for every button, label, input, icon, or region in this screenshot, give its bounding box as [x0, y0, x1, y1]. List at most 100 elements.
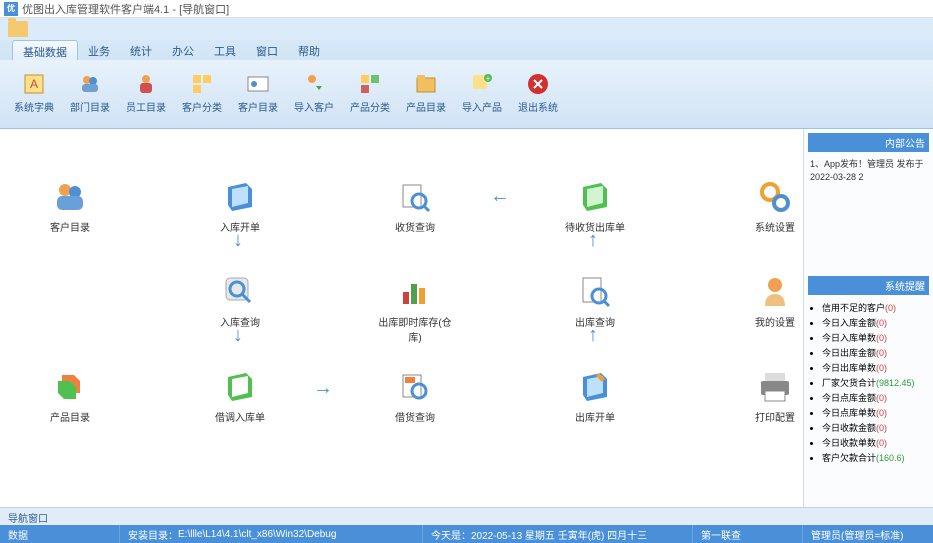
flow-label: 系统设置 — [755, 219, 795, 234]
ribbon-btn-1[interactable]: 部门目录 — [64, 68, 116, 120]
today-label: 今天是： — [431, 527, 471, 542]
ribbon-btn-5[interactable]: 导入客户 — [288, 68, 340, 120]
reminder-item[interactable]: 客户欠款合计(160.6) — [822, 451, 929, 464]
reminder-item[interactable]: 今日入库单数(0) — [822, 331, 929, 344]
reminder-item[interactable]: 今日出库金额(0) — [822, 346, 929, 359]
flow-stock_stat[interactable]: 出库即时库存(仓库) — [375, 274, 455, 344]
side-title-reminder: 系统提醒 — [808, 276, 929, 295]
ribbon-btn-3[interactable]: 客户分类 — [176, 68, 228, 120]
title-bar: 优 优图出入库管理软件客户端4.1 - [导航窗口] — [0, 0, 933, 18]
inbound-icon — [222, 179, 258, 215]
prod-icon — [52, 369, 88, 405]
stock_stat-icon — [397, 274, 433, 310]
status-link[interactable]: 第一联查 — [693, 525, 803, 543]
ribbon-tab-0[interactable]: 基础数据 — [12, 40, 78, 60]
ribbon-tab-1[interactable]: 业务 — [78, 40, 120, 60]
ribbon-btn-0[interactable]: A系统字典 — [8, 68, 60, 120]
reminder-item[interactable]: 今日收款金额(0) — [822, 421, 929, 434]
status-today: 今天是： 2022-05-13 星期五 壬寅年(虎) 四月十三 — [423, 525, 693, 543]
main-area: ↓ ↓ → ← ↑ ↑ 客户目录入库开单收货查询待收货出库单系统设置入库查询出库… — [0, 129, 933, 507]
flow-label: 出库开单 — [575, 409, 615, 424]
ribbon-btn-6[interactable]: 产品分类 — [344, 68, 396, 120]
flow-borrow_q[interactable]: 借货查询 — [375, 369, 455, 424]
ribbon-btn-9[interactable]: 退出系统 — [512, 68, 564, 120]
ribbon-btn-label: 员工目录 — [126, 99, 166, 114]
ribbon-btn-7[interactable]: 产品目录 — [400, 68, 452, 120]
reminder-item[interactable]: 信用不足的客户(0) — [822, 301, 929, 314]
flow-diagram: ↓ ↓ → ← ↑ ↑ 客户目录入库开单收货查询待收货出库单系统设置入库查询出库… — [0, 129, 803, 507]
ribbon-btn-label: 部门目录 — [70, 99, 110, 114]
ribbon-btn-icon — [190, 72, 214, 96]
ribbon-btn-label: 产品目录 — [406, 99, 446, 114]
flow-label: 客户目录 — [50, 219, 90, 234]
announce-text: 1、App发布！管理员 发布于 2022-03-28 2 — [808, 156, 929, 276]
myset-icon — [757, 274, 793, 310]
cust-icon — [52, 179, 88, 215]
flow-outq[interactable]: 出库查询 — [555, 274, 635, 329]
flow-label: 我的设置 — [755, 314, 795, 329]
ribbon-btn-icon: A — [22, 72, 46, 96]
ribbon-tab-6[interactable]: 帮助 — [288, 40, 330, 60]
ribbon-btn-label: 导入客户 — [294, 99, 334, 114]
reminder-item[interactable]: 今日收款单数(0) — [822, 436, 929, 449]
flow-label: 借调入库单 — [215, 409, 265, 424]
ribbon-btn-icon — [302, 72, 326, 96]
svg-text:+: + — [486, 74, 491, 83]
ribbon-btn-label: 产品分类 — [350, 99, 390, 114]
reminder-item[interactable]: 厂家欠货合计(9812.45) — [822, 376, 929, 389]
ribbon-btn-4[interactable]: 客户目录 — [232, 68, 284, 120]
flow-inq[interactable]: 入库查询 — [200, 274, 280, 329]
flow-print[interactable]: 打印配置 — [735, 369, 815, 424]
flow-rcv_query[interactable]: 收货查询 — [375, 179, 455, 234]
wait_rcv-icon — [577, 179, 613, 215]
ribbon-tab-3[interactable]: 办公 — [162, 40, 204, 60]
flow-cust[interactable]: 客户目录 — [30, 179, 110, 234]
reminder-list: 信用不足的客户(0) 今日入库金额(0) 今日入库单数(0) 今日出库金额(0) 今日出… — [808, 301, 929, 464]
reminder-item[interactable]: 今日入库金额(0) — [822, 316, 929, 329]
svg-text:A: A — [30, 77, 38, 91]
folder-icon[interactable] — [8, 21, 28, 37]
inq-icon — [222, 274, 258, 310]
ribbon-btn-icon — [526, 72, 550, 96]
ribbon-btn-label: 退出系统 — [518, 99, 558, 114]
borrow_q-icon — [397, 369, 433, 405]
flow-label: 借货查询 — [395, 409, 435, 424]
ribbon-btn-label: 导入产品 — [462, 99, 502, 114]
flow-sysset[interactable]: 系统设置 — [735, 179, 815, 234]
ribbon-btn-label: 客户分类 — [182, 99, 222, 114]
flow-myset[interactable]: 我的设置 — [735, 274, 815, 329]
flow-outbound[interactable]: 出库开单 — [555, 369, 635, 424]
ribbon-btn-8[interactable]: + 导入产品 — [456, 68, 508, 120]
document-tab[interactable]: 导航窗口 — [0, 507, 933, 525]
ribbon-tab-4[interactable]: 工具 — [204, 40, 246, 60]
window-title: 优图出入库管理软件客户端4.1 - [导航窗口] — [22, 1, 229, 17]
ribbon-btn-label: 客户目录 — [238, 99, 278, 114]
side-title-announce: 内部公告 — [808, 133, 929, 152]
ribbon-tab-2[interactable]: 统计 — [120, 40, 162, 60]
flow-label: 收货查询 — [395, 219, 435, 234]
outbound-icon — [577, 369, 613, 405]
ribbon: 基础数据业务统计办公工具窗口帮助 A系统字典部门目录 员工目录 客户分类 客户目录 导入… — [0, 40, 933, 129]
flow-label: 产品目录 — [50, 409, 90, 424]
ribbon-btn-icon — [414, 72, 438, 96]
reminder-item[interactable]: 今日点库单数(0) — [822, 406, 929, 419]
ribbon-content: A系统字典部门目录 员工目录 客户分类 客户目录 导入客户 产品分类 产品目录 + 导入产品 退出… — [0, 60, 933, 128]
ribbon-btn-2[interactable]: 员工目录 — [120, 68, 172, 120]
quick-access-bar — [0, 18, 933, 40]
status-bar: 数据 安装目录： E:\llle\L14\4.1\clt_x86\Win32\D… — [0, 525, 933, 543]
reminder-item[interactable]: 今日出库单数(0) — [822, 361, 929, 374]
ribbon-btn-icon — [358, 72, 382, 96]
reminder-item[interactable]: 今日点库金额(0) — [822, 391, 929, 404]
ribbon-btn-icon — [78, 72, 102, 96]
ribbon-btn-icon — [134, 72, 158, 96]
status-path: 安装目录： E:\llle\L14\4.1\clt_x86\Win32\Debu… — [120, 525, 423, 543]
ribbon-btn-icon: + — [470, 72, 494, 96]
flow-inbound[interactable]: 入库开单 — [200, 179, 280, 234]
flow-prod[interactable]: 产品目录 — [30, 369, 110, 424]
side-panel: 内部公告 1、App发布！管理员 发布于 2022-03-28 2 系统提醒 信… — [803, 129, 933, 507]
flow-borrow_in[interactable]: 借调入库单 — [200, 369, 280, 424]
ribbon-tab-5[interactable]: 窗口 — [246, 40, 288, 60]
sysset-icon — [757, 179, 793, 215]
flow-wait_rcv[interactable]: 待收货出库单 — [555, 179, 635, 234]
arrow-right-icon: → — [313, 377, 333, 400]
